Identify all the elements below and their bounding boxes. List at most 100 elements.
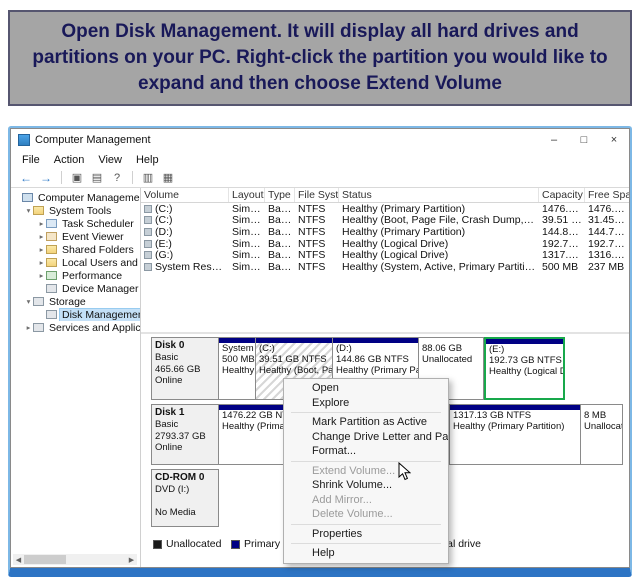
sidebar-item-task-scheduler[interactable]: ▸Task Scheduler — [11, 217, 140, 230]
volume-icon — [144, 240, 152, 248]
maximize-button[interactable]: □ — [569, 129, 599, 151]
column-header-status[interactable]: Status — [339, 188, 539, 202]
tree-collapsed-chevron-icon[interactable]: ▸ — [24, 323, 33, 332]
help-icon[interactable]: ? — [109, 170, 125, 185]
sidebar-item-storage[interactable]: ▾Storage — [11, 295, 140, 308]
title-bar[interactable]: Computer Management –□ × — [11, 129, 629, 151]
column-header-layout[interactable]: Layout — [229, 188, 265, 202]
context-menu-item-open[interactable]: Open — [284, 381, 448, 396]
table-row[interactable]: (D:)SimpleBasicNTFSHealthy (Primary Part… — [141, 226, 629, 238]
column-header-file-system[interactable]: File System — [295, 188, 339, 202]
context-menu-item-help[interactable]: Help — [284, 546, 448, 561]
context-menu-item-change-drive-letter-and-paths[interactable]: Change Drive Letter and Paths... — [284, 430, 448, 445]
sidebar-item-shared-folders[interactable]: ▸Shared Folders — [11, 243, 140, 256]
minimize-button[interactable]: – — [539, 129, 569, 151]
scrollbar-track[interactable] — [24, 554, 126, 565]
cell-text: NTFS — [298, 214, 325, 226]
folder-icon — [33, 206, 44, 215]
menu-file[interactable]: File — [15, 153, 47, 167]
cell-text: NTFS — [298, 238, 325, 250]
context-menu-item-mark-partition-as-active[interactable]: Mark Partition as Active — [284, 415, 448, 430]
disk-management-icon — [46, 310, 57, 319]
sidebar-item-event-viewer[interactable]: ▸Event Viewer — [11, 230, 140, 243]
context-menu-item-shrink-volume[interactable]: Shrink Volume... — [284, 478, 448, 493]
close-icon: × — [611, 134, 617, 146]
volume-icon — [144, 205, 152, 213]
context-menu-item-delete-volume: Delete Volume... — [284, 507, 448, 522]
scroll-right-icon[interactable]: ▶ — [126, 556, 137, 564]
disk-icon[interactable]: ▥ — [140, 170, 156, 185]
disk-label-disk-1[interactable]: Disk 1Basic2793.37 GBOnline — [151, 404, 219, 465]
scrollbar-thumb[interactable] — [24, 555, 66, 564]
cell-text: 39.51 GB — [542, 214, 582, 226]
tree-horizontal-scrollbar[interactable]: ◀ ▶ — [13, 554, 137, 565]
partition-text-line: 144.86 GB NTFS — [333, 354, 418, 365]
menu-help[interactable]: Help — [129, 153, 166, 167]
tree-collapsed-chevron-icon[interactable]: ▸ — [37, 219, 46, 228]
back-icon[interactable]: ← — [18, 170, 34, 185]
sidebar-item-device-manager[interactable]: Device Manager — [11, 282, 140, 295]
partition-region[interactable]: 1317.13 GB NTFSHealthy (Primary Partitio… — [449, 404, 581, 465]
folder-icon — [46, 258, 57, 267]
close-button[interactable]: × — [599, 129, 629, 151]
partition-text-line: 500 MB NTFS — [219, 354, 255, 365]
cell-capacity: 39.51 GB — [539, 214, 585, 226]
cell-text: Basic — [268, 238, 292, 250]
column-header-volume[interactable]: Volume — [141, 188, 229, 202]
column-header-free-space[interactable]: Free Space — [585, 188, 629, 202]
table-row[interactable]: (C:)SimpleBasicNTFSHealthy (Primary Part… — [141, 203, 629, 215]
partition-text-line: System Reserved — [219, 343, 255, 354]
partition-region[interactable]: System Reserved500 MB NTFSHealthy (Syste… — [218, 337, 256, 400]
cell-type: Basic — [265, 261, 295, 273]
sidebar-item-system-tools[interactable]: ▾System Tools — [11, 204, 140, 217]
tree-item-label: Device Manager — [60, 283, 140, 295]
cell-capacity: 144.86 GB — [539, 226, 585, 238]
cell-text: (D:) — [155, 226, 173, 238]
tree-expanded-chevron-icon[interactable]: ▾ — [24, 297, 33, 306]
sidebar-item-performance[interactable]: ▸Performance — [11, 269, 140, 282]
cell-text: Simple — [232, 238, 262, 250]
sidebar-item-local-users-and-groups[interactable]: ▸ Local Users and Groups — [11, 256, 140, 269]
cell-type: Basic — [265, 249, 295, 261]
volume-icon — [144, 216, 152, 224]
table-row[interactable]: (C:)SimpleBasicNTFSHealthy (Boot, Page F… — [141, 215, 629, 227]
window-title: Computer Management — [35, 134, 151, 146]
context-menu-item-format[interactable]: Format... — [284, 444, 448, 459]
menu-action[interactable]: Action — [47, 153, 92, 167]
unallocated-region[interactable]: 8 MBUnallocated — [580, 404, 623, 465]
cell-status: Healthy (Primary Partition) — [339, 203, 539, 215]
sidebar-item-computer-management-local[interactable]: Computer Management (Local — [11, 191, 140, 204]
disk-info-line: Basic — [155, 419, 215, 431]
cell-text: Healthy (System, Active, Primary Partiti… — [342, 261, 536, 273]
context-menu-item-properties[interactable]: Properties — [284, 527, 448, 542]
column-header-capacity[interactable]: Capacity — [539, 188, 585, 202]
column-header-type[interactable]: Type — [265, 188, 295, 202]
disk-label-cd-rom-0[interactable]: CD-ROM 0DVD (I:) No Media — [151, 469, 219, 527]
partition-text-line: (D:) — [333, 343, 418, 354]
tree-collapsed-chevron-icon[interactable]: ▸ — [37, 245, 46, 254]
tree-expanded-chevron-icon[interactable]: ▾ — [24, 206, 33, 215]
table-row[interactable]: (E:)SimpleBasicNTFSHealthy (Logical Driv… — [141, 238, 629, 250]
window-icon[interactable]: ▣ — [69, 170, 85, 185]
cell-free-space: 1476.00 GB — [585, 203, 629, 215]
scroll-left-icon[interactable]: ◀ — [13, 556, 24, 564]
tree-item-label: Local Users and Groups — [60, 257, 140, 269]
context-menu-item-explore[interactable]: Explore — [284, 396, 448, 411]
menu-view[interactable]: View — [91, 153, 129, 167]
table-row[interactable]: (G:)SimpleBasicNTFSHealthy (Logical Driv… — [141, 249, 629, 261]
sidebar-item-disk-management[interactable]: Disk Management — [11, 308, 140, 321]
forward-icon[interactable]: → — [38, 170, 54, 185]
tree-collapsed-chevron-icon[interactable]: ▸ — [37, 232, 46, 241]
cell-type: Basic — [265, 238, 295, 250]
cell-text: Basic — [268, 249, 292, 261]
sidebar-item-services-and-applications[interactable]: ▸Services and Applications — [11, 321, 140, 334]
tree-collapsed-chevron-icon[interactable]: ▸ — [37, 271, 46, 280]
context-menu-item-extend-volume: Extend Volume... — [284, 464, 448, 479]
props-icon[interactable]: ▦ — [160, 170, 176, 185]
partition-region[interactable]: (E:)192.73 GB NTFSHealthy (Logical Drive… — [484, 337, 565, 400]
disk-label-disk-0[interactable]: Disk 0Basic465.66 GBOnline — [151, 337, 219, 400]
doc-icon[interactable]: ▤ — [89, 170, 105, 185]
cell-text: NTFS — [298, 249, 325, 261]
tree-collapsed-chevron-icon[interactable]: ▸ — [37, 258, 46, 267]
table-row[interactable]: System ReservedSimpleBasicNTFSHealthy (S… — [141, 261, 629, 273]
